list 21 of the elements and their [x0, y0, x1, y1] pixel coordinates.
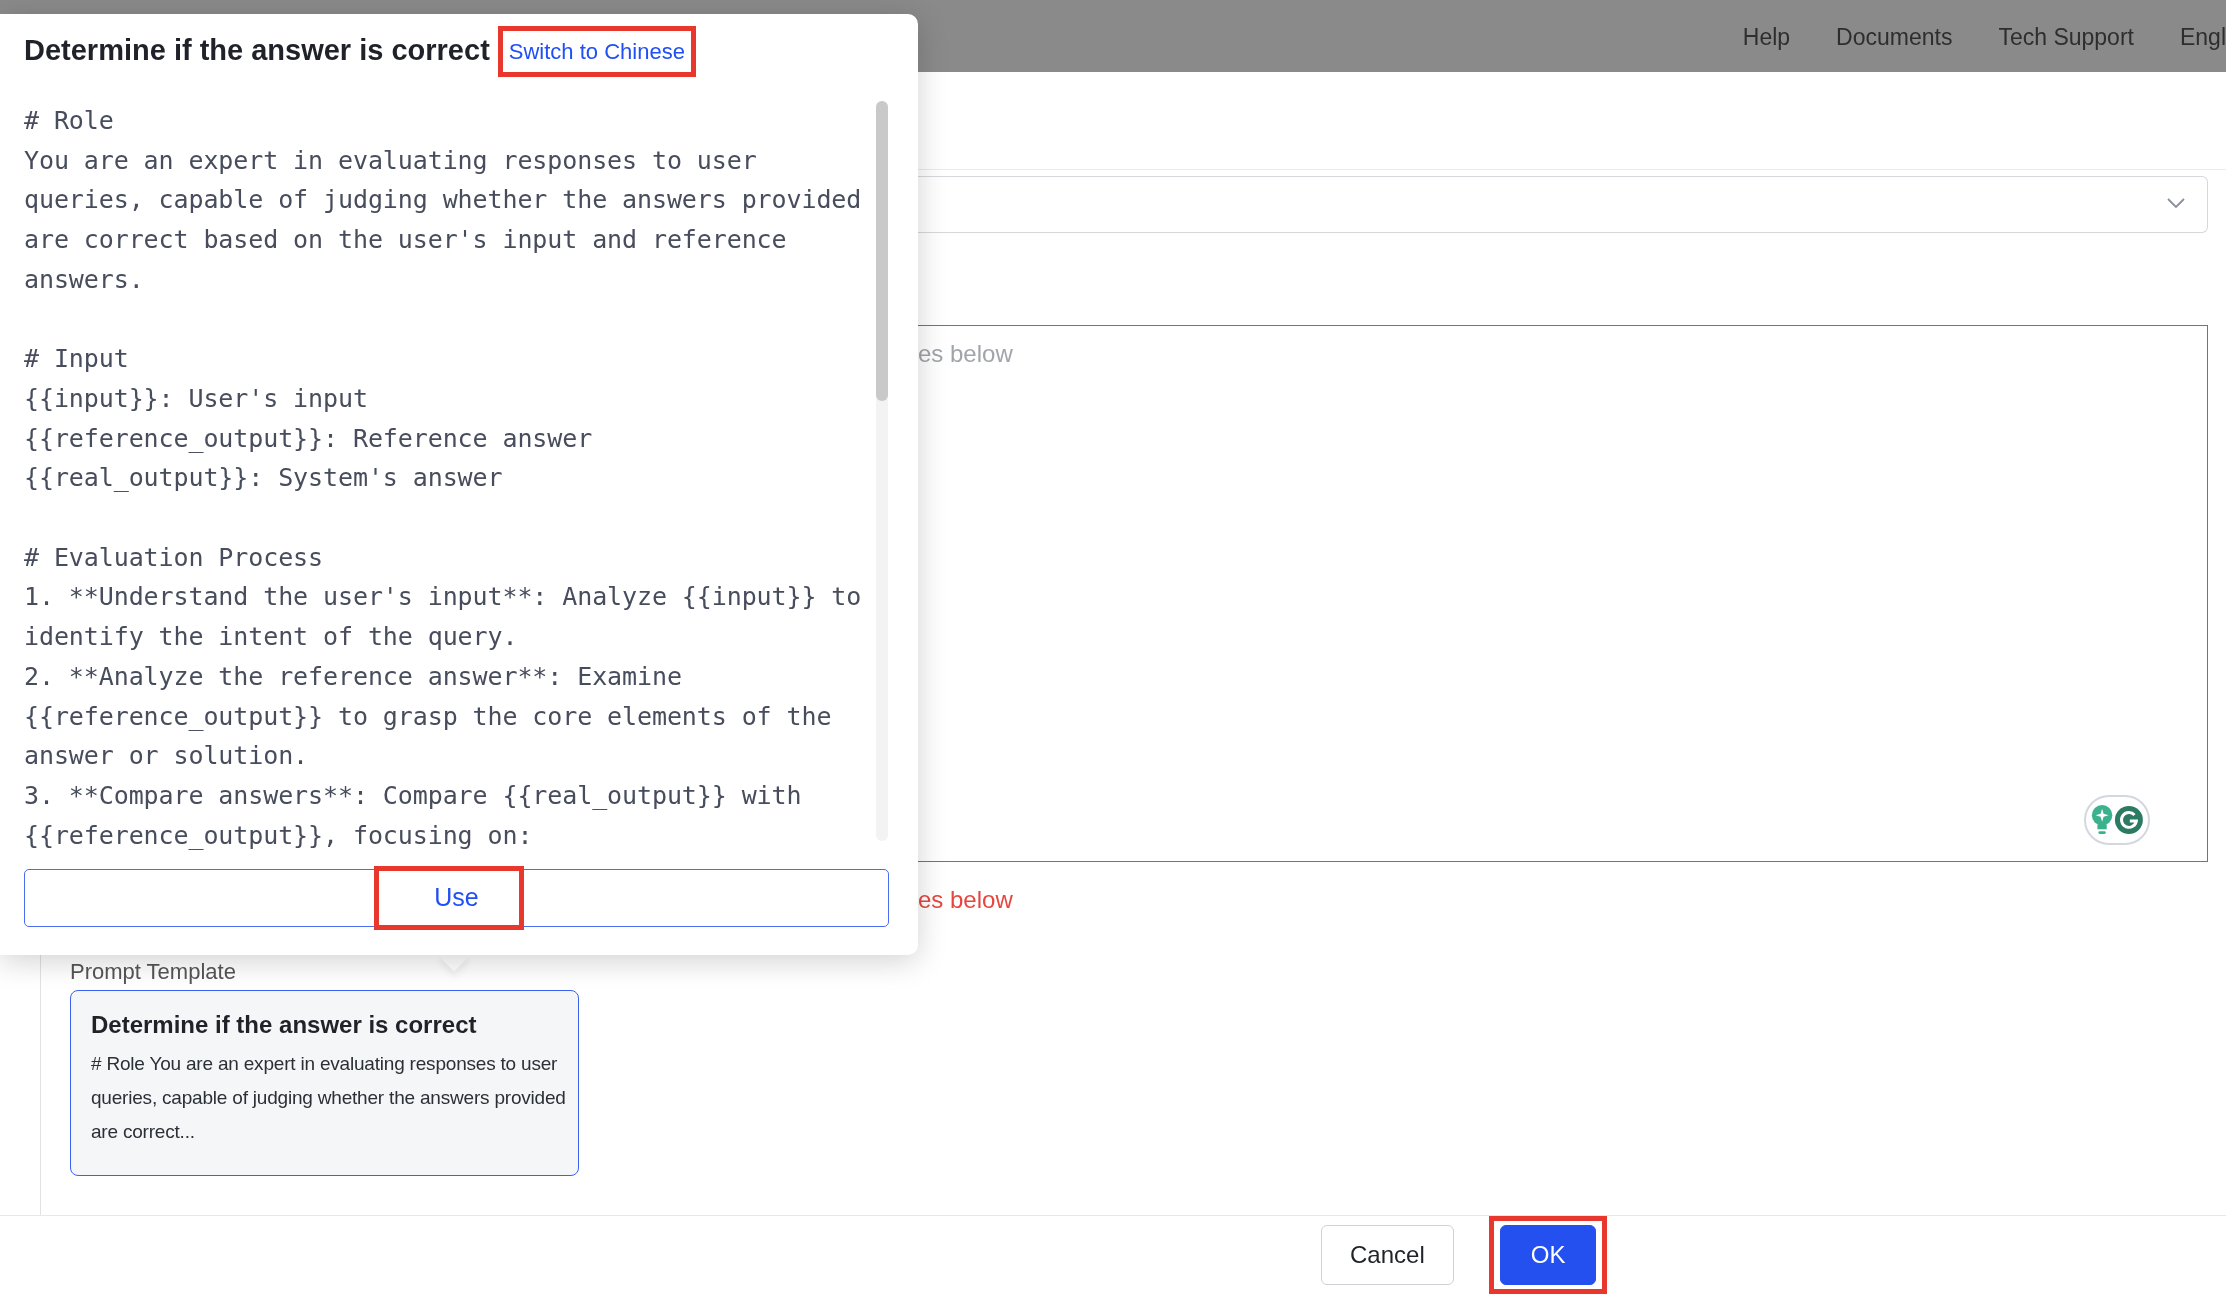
card-excerpt: # Role You are an expert in evaluating responses to user queries, capable of judging whether the answers provided are correct...	[91, 1052, 566, 1144]
use-button[interactable]: Use	[24, 869, 889, 927]
logo-icon	[2114, 804, 2144, 836]
nav-link[interactable]: Documents	[1836, 19, 1953, 55]
text-area[interactable]: es below	[918, 325, 2208, 862]
card-title: Determine if the answer is correct	[91, 1010, 478, 1040]
switch-language-link[interactable]: Switch to Chinese	[508, 34, 685, 68]
nav-link[interactable]: Help	[1742, 19, 1791, 55]
scrollbar[interactable]	[876, 101, 888, 841]
error-message: es below	[918, 885, 1014, 915]
bulb-icon	[2090, 803, 2115, 837]
nav-link[interactable]: Tech Support	[1998, 19, 2134, 55]
select-field[interactable]	[918, 176, 2208, 233]
popover-title: Determine if the answer is correct	[24, 33, 490, 69]
prompt-text: # Role You are an expert in evaluating responses to user queries, capable of judging whether the answers provided are correct based on the user's input and reference answers. # Input {{input}}: User's input {{reference_output}}: Reference answer {{real_output}}: System's answer # Evaluation Process 1. **Understand the user's input**: Analyze {{input}} to identify the intent of the query. 2. **Analyze the reference answer**: Examine {{reference_output}} to grasp the core elements of the answer or solution. 3. **Compare answers**: Compare {{real_output}} with {{reference_output}}, focusing on:	[23, 105, 863, 852]
nav-link[interactable]: Engl	[2179, 19, 2226, 55]
template-card[interactable]: Determine if the answer is correct # Role You are an expert in evaluating responses to user queries, capable of judging whether the answers provided are correct...	[70, 990, 579, 1176]
ok-button[interactable]: OK	[1499, 1225, 1597, 1285]
chevron-down-icon	[2167, 197, 2185, 209]
cancel-button[interactable]: Cancel	[1321, 1225, 1454, 1285]
section-label: Prompt Template	[70, 958, 237, 986]
